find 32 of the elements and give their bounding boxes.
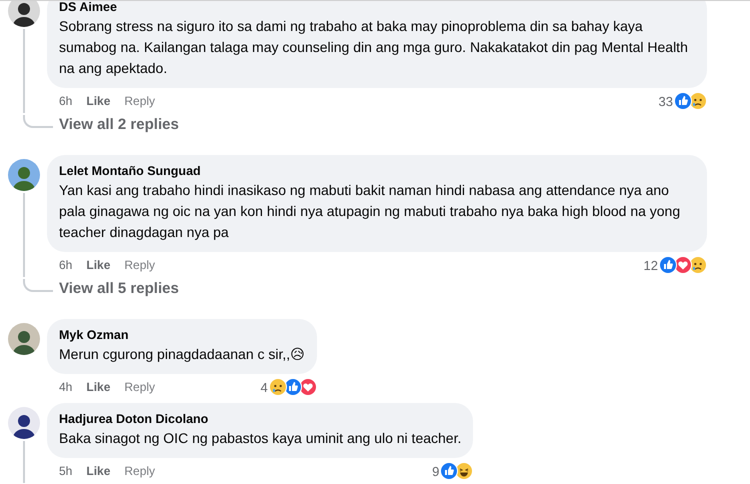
avatar[interactable] [8,1,40,27]
view-replies-link[interactable]: View all 2 replies [59,115,179,135]
reply-link[interactable]: Reply [124,258,156,272]
comment-author[interactable]: Hadjurea Doton Dicolano [59,411,462,427]
avatar[interactable] [8,159,40,191]
like-link[interactable]: Like [86,94,110,108]
reply-link[interactable]: Reply [124,464,156,478]
reaction-count[interactable]: 12 [644,258,658,272]
avatar[interactable] [8,323,40,355]
reaction-count[interactable]: 33 [658,94,673,108]
view-replies-link[interactable]: View all 5 replies [59,279,179,299]
comment-text: Yan kasi ang trabaho hindi inasikaso ng mabuti bakit naman hindi nabasa ang attendance nya ano pala ginagawa ng oic na yan kon hindi nya atupagin ng mabuti trabaho nya baka high blood na yong teacher dinagdagan nya pa [59,181,682,242]
comment-time[interactable]: 6h [59,94,72,108]
like-link[interactable]: Like [86,258,110,272]
like-link[interactable]: Like [86,380,110,394]
comment-text: Sobrang stress na siguro ito sa dami ng trabaho at baka may pinoproblema din sa bahay kaya sumabog na. Kailangan talaga may counseling din ang mga guro. Nakakatakot din pag Mental Health na ang apektado. [59,17,689,78]
comment-author[interactable]: Lelet Montaño Sunguad [59,163,695,179]
comment-text: Merun cgurong pinagdadaanan c sir,,😥 [59,345,305,364]
like-link[interactable]: Like [86,464,110,478]
comment-time[interactable]: 5h [59,464,72,478]
avatar[interactable] [8,407,40,439]
thread-connector [23,115,53,128]
comment-author[interactable]: DS Aimee [59,1,695,15]
reaction-count[interactable]: 9 [432,464,440,478]
reply-link[interactable]: Reply [124,380,156,394]
thread-connector [23,279,53,292]
reaction-count[interactable]: 4 [260,380,268,394]
reply-link[interactable]: Reply [124,94,156,108]
comment-text: Baka sinagot ng OIC ng pabastos kaya uminit ang ulo ni teacher. [59,429,462,448]
comment-time[interactable]: 4h [59,380,72,394]
comment-time[interactable]: 6h [59,258,72,272]
comment-author[interactable]: Myk Ozman [59,327,305,343]
